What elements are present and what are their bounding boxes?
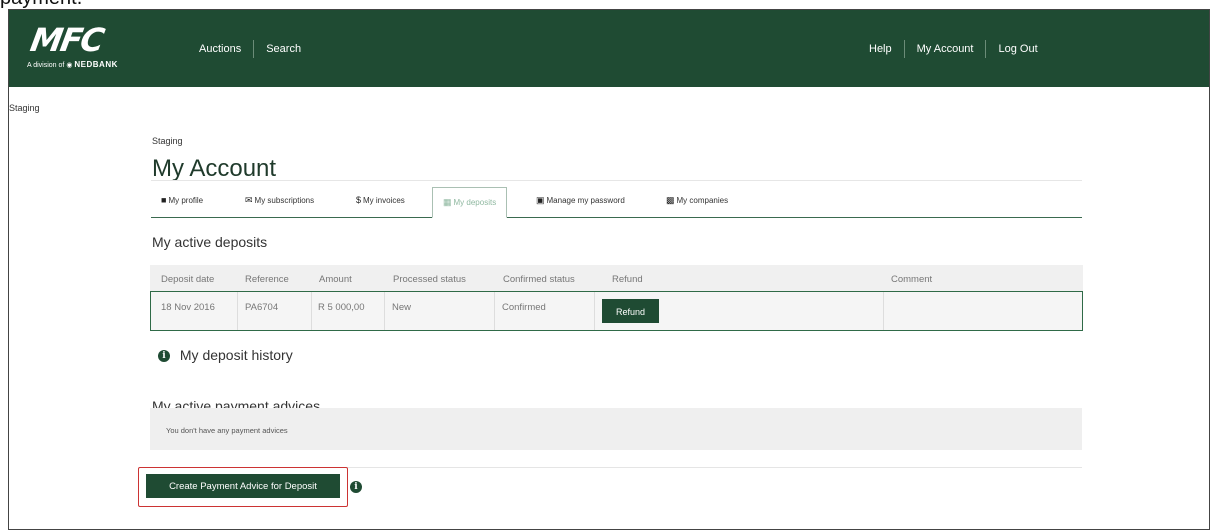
envelope-icon: ✉ <box>245 195 253 205</box>
column-header: Deposit date <box>161 274 215 285</box>
account-nav: Help My Account Log Out <box>857 40 1050 58</box>
tab-my-deposits[interactable]: ▦ My deposits <box>432 187 508 218</box>
tab-label: My profile <box>168 196 204 205</box>
tab-label: My deposits <box>453 198 497 207</box>
confirmed-status-cell: Confirmed <box>502 302 546 313</box>
tab-my-companies[interactable]: ▩ My companies <box>666 195 728 206</box>
nav-search[interactable]: Search <box>254 43 313 55</box>
refund-button[interactable]: Refund <box>602 299 659 323</box>
column-header: Processed status <box>393 274 466 285</box>
column-header: Reference <box>245 274 289 285</box>
account-tabs: ■ My profile ✉ My subscriptions $ My invoic… <box>151 187 1082 218</box>
cell-divider <box>384 292 385 330</box>
tab-my-profile[interactable]: ■ My profile <box>161 195 203 205</box>
nav-help[interactable]: Help <box>857 43 904 55</box>
cell-divider <box>237 292 238 330</box>
active-deposits-title: My active deposits <box>152 234 268 250</box>
deposit-history-title: My deposit history <box>179 347 293 363</box>
logo-mark: MFC <box>27 21 106 59</box>
cell-divider <box>883 292 884 330</box>
briefcase-icon: ▩ <box>666 195 675 205</box>
column-header: Confirmed status <box>503 274 575 285</box>
nedbank-logo-icon: ◉ <box>66 62 73 69</box>
money-icon: ▦ <box>443 197 452 207</box>
user-icon: ■ <box>161 195 167 205</box>
lock-icon: ▣ <box>536 195 545 205</box>
logo-sub-prefix: A division of <box>27 62 65 69</box>
table-row: 18 Nov 2016 PA6704 R 5 000,00 New Confir… <box>150 291 1083 331</box>
reference-cell: PA6704 <box>245 302 279 313</box>
info-icon: i <box>158 350 170 363</box>
staging-label: Staging <box>9 103 40 113</box>
tab-manage-password[interactable]: ▣ Manage my password <box>536 195 625 206</box>
processed-status-cell: New <box>392 302 412 313</box>
info-icon[interactable]: i <box>350 481 362 493</box>
deposit-history-toggle[interactable]: i My deposit history <box>158 347 293 363</box>
deposits-table-header: Deposit date Reference Amount Processed … <box>150 265 1083 291</box>
top-navigation-bar: MFC A division of ◉ NEDBANK Auctions Sear… <box>9 10 1209 87</box>
cell-divider <box>494 292 495 330</box>
column-header: Refund <box>612 274 643 285</box>
primary-nav: Auctions Search <box>187 40 313 58</box>
tab-my-invoices[interactable]: $ My invoices <box>356 195 405 205</box>
amount-cell: R 5 000,00 <box>318 302 365 313</box>
create-payment-advice-button[interactable]: Create Payment Advice for Deposit <box>146 474 340 498</box>
cell-divider <box>594 292 595 330</box>
tab-my-subscriptions[interactable]: ✉ My subscriptions <box>245 195 314 206</box>
dollar-icon: $ <box>356 195 362 205</box>
tab-label: My subscriptions <box>254 196 315 205</box>
empty-state-text: You don't have any payment advices <box>166 426 288 435</box>
tab-label: Manage my password <box>546 196 625 205</box>
logo-subtitle: A division of ◉ NEDBANK <box>27 60 118 69</box>
page-title: My Account <box>152 155 277 182</box>
column-header: Amount <box>319 274 352 285</box>
nav-auctions[interactable]: Auctions <box>187 43 253 55</box>
tabs-top-divider <box>151 180 1082 181</box>
deposit-date-cell: 18 Nov 2016 <box>161 302 215 313</box>
nav-my-account[interactable]: My Account <box>905 43 986 55</box>
column-header: Comment <box>891 274 933 285</box>
mfc-logo[interactable]: MFC A division of ◉ NEDBANK <box>27 21 151 73</box>
cell-divider <box>311 292 312 330</box>
nav-log-out[interactable]: Log Out <box>986 43 1049 55</box>
tab-label: My companies <box>676 196 729 205</box>
logo-sub-brand: NEDBANK <box>74 60 118 69</box>
breadcrumb: Staging <box>152 136 183 146</box>
tab-label: My invoices <box>363 196 405 205</box>
payment-advices-empty-box: You don't have any payment advices <box>150 408 1082 450</box>
